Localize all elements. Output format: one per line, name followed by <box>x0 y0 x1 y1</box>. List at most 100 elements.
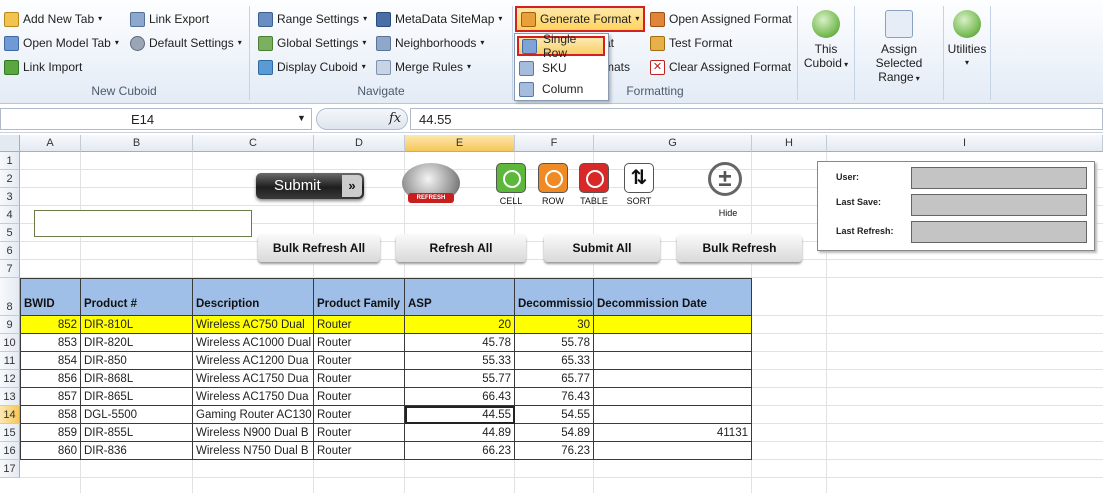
column-header-f[interactable]: F <box>515 135 594 152</box>
table-cell[interactable]: Wireless AC1200 Dua <box>193 352 314 370</box>
table-cell[interactable]: DIR-868L <box>81 370 193 388</box>
open-assigned-format-button[interactable]: Open Assigned Format <box>650 9 792 29</box>
table-cell[interactable]: Wireless AC1750 Dua <box>193 370 314 388</box>
table-cell[interactable]: Router <box>314 388 405 406</box>
assign-selected-range-button[interactable]: Assign Selected Range ▾ <box>856 10 942 86</box>
table-cell[interactable]: 853 <box>20 334 81 352</box>
table-cell[interactable]: 65.33 <box>515 352 594 370</box>
row-header-2[interactable]: 2 <box>0 170 20 188</box>
menu-item-single-row[interactable]: Single Row <box>517 32 605 60</box>
table-cell[interactable]: 20 <box>405 316 515 334</box>
table-cell[interactable]: 45.78 <box>405 334 515 352</box>
table-cell[interactable]: 30 <box>515 316 594 334</box>
cell-refresh-button[interactable]: CELL <box>489 163 533 206</box>
table-cell[interactable]: 76.23 <box>515 442 594 460</box>
table-cell[interactable] <box>594 442 752 460</box>
add-new-tab-button[interactable]: Add New Tab ▾ <box>4 9 102 29</box>
this-cuboid-button[interactable]: This Cuboid ▾ <box>800 10 852 72</box>
submit-button[interactable]: Submit » <box>256 173 364 199</box>
row-header-13[interactable]: 13 <box>0 388 20 406</box>
table-cell[interactable]: Router <box>314 370 405 388</box>
row-header-8[interactable]: 8 <box>0 278 20 316</box>
row-header-14[interactable]: 14 <box>0 406 20 424</box>
table-cell[interactable]: Wireless AC1750 Dua <box>193 388 314 406</box>
table-cell[interactable]: 65.77 <box>515 370 594 388</box>
table-cell[interactable]: Router <box>314 334 405 352</box>
table-cell[interactable]: 860 <box>20 442 81 460</box>
table-cell[interactable]: Router <box>314 406 405 424</box>
refresh-logo-button[interactable]: REFRESH <box>400 163 462 209</box>
column-header-i[interactable]: I <box>827 135 1103 152</box>
neighborhoods-button[interactable]: Neighborhoods ▾ <box>376 33 484 53</box>
select-all-corner[interactable] <box>0 135 20 152</box>
table-cell[interactable]: 76.43 <box>515 388 594 406</box>
clear-assigned-format-button[interactable]: ✕ Clear Assigned Format <box>650 57 791 77</box>
column-header-h[interactable]: H <box>752 135 827 152</box>
table-cell[interactable]: 66.23 <box>405 442 515 460</box>
column-header-g[interactable]: G <box>594 135 752 152</box>
bulk-refresh-button[interactable]: Bulk Refresh <box>677 234 802 262</box>
table-cell[interactable]: DIR-855L <box>81 424 193 442</box>
table-cell[interactable]: Router <box>314 424 405 442</box>
global-settings-button[interactable]: Global Settings ▾ <box>258 33 366 53</box>
row-header-3[interactable]: 3 <box>0 188 20 206</box>
link-export-button[interactable]: Link Export <box>130 9 209 29</box>
default-settings-button[interactable]: Default Settings ▾ <box>130 33 242 53</box>
column-header-b[interactable]: B <box>81 135 193 152</box>
row-header-10[interactable]: 10 <box>0 334 20 352</box>
row-header-6[interactable]: 6 <box>0 242 20 260</box>
table-cell[interactable]: 54.89 <box>515 424 594 442</box>
row-header-15[interactable]: 15 <box>0 424 20 442</box>
row-header-12[interactable]: 12 <box>0 370 20 388</box>
menu-item-sku[interactable]: SKU <box>519 58 567 78</box>
table-cell[interactable]: Router <box>314 442 405 460</box>
table-cell[interactable]: 857 <box>20 388 81 406</box>
table-cell[interactable] <box>594 370 752 388</box>
row-header-16[interactable]: 16 <box>0 442 20 460</box>
table-cell[interactable]: 859 <box>20 424 81 442</box>
column-header-e[interactable]: E <box>405 135 515 152</box>
table-cell[interactable]: 852 <box>20 316 81 334</box>
table-cell[interactable]: 854 <box>20 352 81 370</box>
table-cell[interactable] <box>594 388 752 406</box>
table-cell[interactable]: 41131 <box>594 424 752 442</box>
table-cell[interactable] <box>594 352 752 370</box>
table-cell[interactable]: 44.55 <box>405 406 515 424</box>
submit-all-button[interactable]: Submit All <box>544 234 660 262</box>
metadata-sitemap-button[interactable]: MetaData SiteMap ▾ <box>376 9 502 29</box>
table-cell[interactable] <box>594 406 752 424</box>
name-box[interactable]: E14 ▼ <box>0 108 312 130</box>
table-cell[interactable]: Wireless AC1000 Dual <box>193 334 314 352</box>
display-cuboid-button[interactable]: Display Cuboid ▾ <box>258 57 366 77</box>
row-header-4[interactable]: 4 <box>0 206 20 224</box>
table-cell[interactable]: DIR-810L <box>81 316 193 334</box>
utilities-button[interactable]: Utilities ▾ <box>944 10 990 70</box>
table-cell[interactable]: DIR-865L <box>81 388 193 406</box>
table-cell[interactable]: 55.77 <box>405 370 515 388</box>
table-cell[interactable]: Wireless N750 Dual B <box>193 442 314 460</box>
table-cell[interactable]: Gaming Router AC130 <box>193 406 314 424</box>
table-cell[interactable]: 856 <box>20 370 81 388</box>
bulk-refresh-all-button[interactable]: Bulk Refresh All <box>258 234 380 262</box>
row-header-17[interactable]: 17 <box>0 460 20 478</box>
row-refresh-button[interactable]: ROW <box>533 163 573 206</box>
row-header-5[interactable]: 5 <box>0 224 20 242</box>
table-cell[interactable]: 55.33 <box>405 352 515 370</box>
table-cell[interactable]: DIR-850 <box>81 352 193 370</box>
table-cell[interactable] <box>594 334 752 352</box>
table-cell[interactable]: Router <box>314 352 405 370</box>
range-settings-button[interactable]: Range Settings ▾ <box>258 9 367 29</box>
menu-item-column[interactable]: Column <box>519 79 583 99</box>
link-import-button[interactable]: Link Import <box>4 57 82 77</box>
column-header-a[interactable]: A <box>20 135 81 152</box>
row-header-1[interactable]: 1 <box>0 152 20 170</box>
formula-input[interactable]: 44.55 <box>410 108 1103 130</box>
table-cell[interactable]: 55.78 <box>515 334 594 352</box>
table-cell[interactable] <box>594 316 752 334</box>
open-model-tab-button[interactable]: Open Model Tab ▾ <box>4 33 119 53</box>
table-cell[interactable]: 66.43 <box>405 388 515 406</box>
name-box-dropdown-icon[interactable]: ▼ <box>297 113 306 123</box>
test-format-button[interactable]: Test Format <box>650 33 732 53</box>
table-cell[interactable]: DGL-5500 <box>81 406 193 424</box>
input-box[interactable] <box>34 210 252 237</box>
